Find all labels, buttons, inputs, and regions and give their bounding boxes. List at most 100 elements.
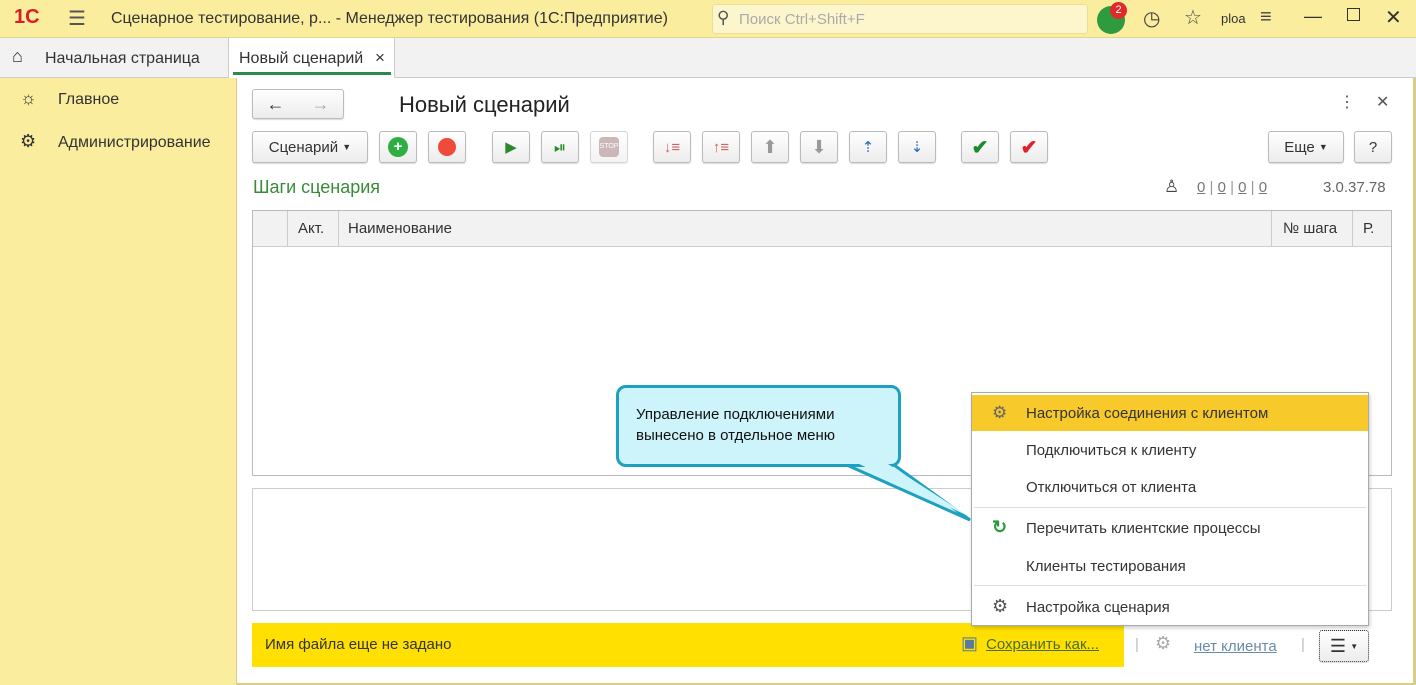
move-down-button[interactable]: ⬇ bbox=[800, 131, 838, 163]
import-button[interactable]: ⇣ bbox=[898, 131, 936, 163]
column-header-name[interactable]: Наименование bbox=[348, 220, 452, 237]
section-title: Шаги сценария bbox=[253, 177, 381, 197]
notification-badge: 2 bbox=[1110, 2, 1127, 19]
more-button[interactable]: Еще ▼ bbox=[1268, 131, 1344, 163]
export-button[interactable]: ⇡ bbox=[849, 131, 887, 163]
person-icon: ♙ bbox=[1164, 177, 1180, 196]
menu-item-connect[interactable]: Подключиться к клиенту bbox=[972, 432, 1368, 468]
tab-label: Начальная страница bbox=[45, 50, 200, 67]
version-label: 3.0.37.78 bbox=[1323, 179, 1386, 196]
save-disk-icon: ▣ bbox=[961, 633, 979, 653]
close-form-icon[interactable]: ✕ bbox=[1376, 92, 1389, 112]
callout-tooltip: Управление подключениями вынесено в отде… bbox=[616, 385, 901, 467]
import-icon: ⇣ bbox=[910, 139, 924, 156]
menu-item-reread-processes[interactable]: ↻ Перечитать клиентские процессы bbox=[972, 510, 1368, 546]
search-input[interactable]: ⚲ Поиск Ctrl+Shift+F bbox=[712, 4, 1088, 34]
menu-item-scenario-settings[interactable]: ⚙ Настройка сценария bbox=[972, 589, 1368, 625]
counter-link[interactable]: 0 bbox=[1238, 179, 1246, 196]
stop-icon: STOP bbox=[599, 137, 619, 157]
counter-link[interactable]: 0 bbox=[1197, 179, 1205, 196]
red-check-icon: ✔ bbox=[1020, 136, 1038, 159]
maximize-icon[interactable] bbox=[1347, 8, 1360, 21]
separator: | bbox=[1135, 636, 1139, 653]
connection-menu: ⚙ Настройка соединения с клиентом Подключ… bbox=[971, 392, 1369, 626]
column-header-active[interactable]: Акт. bbox=[287, 211, 339, 247]
run-step-button[interactable]: ⏯ bbox=[541, 131, 579, 163]
tab-home[interactable]: ⌂ Начальная страница bbox=[0, 38, 227, 78]
table-header: Акт. Наименование № шага Р. bbox=[253, 211, 1391, 247]
menu-item-connection-settings[interactable]: ⚙ Настройка соединения с клиентом bbox=[972, 395, 1368, 431]
refresh-icon: ↻ bbox=[992, 517, 1008, 537]
menu-divider bbox=[974, 585, 1366, 586]
column-header-step-number[interactable]: № шага bbox=[1271, 211, 1353, 247]
tab-bar: ⌂ Начальная страница Новый сценарий × bbox=[0, 38, 1416, 78]
tab-new-scenario[interactable]: Новый сценарий × bbox=[228, 38, 395, 78]
sort-up-button[interactable]: ↑≡ bbox=[702, 131, 740, 163]
uncheck-all-button[interactable]: ✔ bbox=[1010, 131, 1048, 163]
sidebar-item-label: Главное bbox=[58, 91, 120, 108]
minimize-icon[interactable]: — bbox=[1304, 6, 1322, 27]
sidebar-item-administration[interactable]: ⚙ Администрирование bbox=[0, 131, 236, 157]
close-tab-icon[interactable]: × bbox=[375, 48, 385, 68]
file-status-text: Имя файла еще не задано bbox=[265, 636, 452, 653]
close-window-icon[interactable]: ✕ bbox=[1385, 5, 1402, 30]
stop-button[interactable]: STOP bbox=[590, 131, 628, 163]
green-check-icon: ✔ bbox=[971, 136, 989, 159]
title-bar: 1С ☰ Сценарное тестирование, р... - Мене… bbox=[0, 0, 1416, 38]
separator: | bbox=[1301, 636, 1305, 653]
scenario-dropdown-button[interactable]: Сценарий ▼ bbox=[252, 131, 368, 163]
menu-item-disconnect[interactable]: Отключиться от клиента bbox=[972, 469, 1368, 505]
sort-down-icon: ↓≡ bbox=[663, 138, 681, 156]
search-placeholder: Поиск Ctrl+Shift+F bbox=[739, 11, 865, 28]
arrow-down-icon: ⬇ bbox=[811, 136, 827, 157]
sidebar: ☼ Главное ⚙ Администрирование bbox=[0, 78, 237, 685]
record-icon bbox=[438, 138, 456, 156]
move-up-button[interactable]: ⬆ bbox=[751, 131, 789, 163]
record-button[interactable] bbox=[428, 131, 466, 163]
file-status-bar: Имя файла еще не задано ▣ Сохранить как.… bbox=[252, 623, 1124, 667]
sort-down-button[interactable]: ↓≡ bbox=[653, 131, 691, 163]
back-arrow-icon[interactable]: ← bbox=[267, 94, 285, 115]
window-title: Сценарное тестирование, р... - Менеджер … bbox=[111, 10, 668, 27]
menu-item-test-clients[interactable]: Клиенты тестирования bbox=[972, 548, 1368, 584]
run-button[interactable]: ▶ bbox=[492, 131, 530, 163]
check-all-button[interactable]: ✔ bbox=[961, 131, 999, 163]
favorites-star-icon[interactable]: ☆ bbox=[1184, 5, 1202, 30]
notifications-bell-icon[interactable]: 2 bbox=[1097, 2, 1127, 34]
counter-link[interactable]: 0 bbox=[1259, 179, 1267, 196]
main-menu-icon[interactable]: ☰ bbox=[68, 6, 86, 31]
sort-up-icon: ↑≡ bbox=[712, 138, 730, 156]
save-as-link[interactable]: Сохранить как... bbox=[986, 636, 1099, 653]
tab-label: Новый сценарий bbox=[239, 50, 364, 67]
help-button[interactable]: ? bbox=[1354, 131, 1392, 163]
run-icon: ▶ bbox=[505, 139, 517, 156]
history-icon[interactable]: ◷ bbox=[1143, 6, 1160, 31]
export-icon: ⇡ bbox=[861, 139, 875, 156]
bug-icon: ☼ bbox=[20, 88, 37, 108]
counter-link[interactable]: 0 bbox=[1218, 179, 1226, 196]
settings-menu-icon[interactable]: ≡ bbox=[1260, 6, 1272, 29]
logo-1c: 1С bbox=[14, 6, 40, 28]
connection-menu-button[interactable]: ☰ ▼ bbox=[1319, 630, 1369, 662]
run-step-icon: ⏯ bbox=[553, 138, 566, 156]
nav-buttons: ← → bbox=[252, 89, 344, 119]
sidebar-item-main[interactable]: ☼ Главное bbox=[0, 88, 236, 114]
forward-arrow-icon[interactable]: → bbox=[312, 94, 330, 115]
more-vertical-icon[interactable]: ⋮ bbox=[1339, 92, 1355, 112]
user-name[interactable]: ploa bbox=[1221, 11, 1246, 26]
connection-settings-icon: ⚙ bbox=[992, 403, 1008, 422]
plus-circle-icon: + bbox=[388, 137, 408, 157]
gear-icon: ⚙ bbox=[20, 131, 37, 151]
sidebar-item-label: Администрирование bbox=[58, 134, 211, 151]
menu-divider bbox=[974, 507, 1366, 508]
form-title: Новый сценарий bbox=[399, 92, 570, 117]
arrow-up-icon: ⬆ bbox=[762, 136, 778, 157]
no-client-link[interactable]: нет клиента bbox=[1194, 638, 1277, 655]
search-icon: ⚲ bbox=[717, 8, 730, 27]
counters: 0 | 0 | 0 | 0 bbox=[1197, 179, 1268, 196]
active-tab-indicator bbox=[233, 72, 391, 75]
gear-icon: ⚙ bbox=[992, 596, 1009, 616]
column-header-r[interactable]: Р. bbox=[1363, 220, 1374, 237]
add-button[interactable]: + bbox=[379, 131, 417, 163]
home-icon: ⌂ bbox=[12, 46, 23, 66]
